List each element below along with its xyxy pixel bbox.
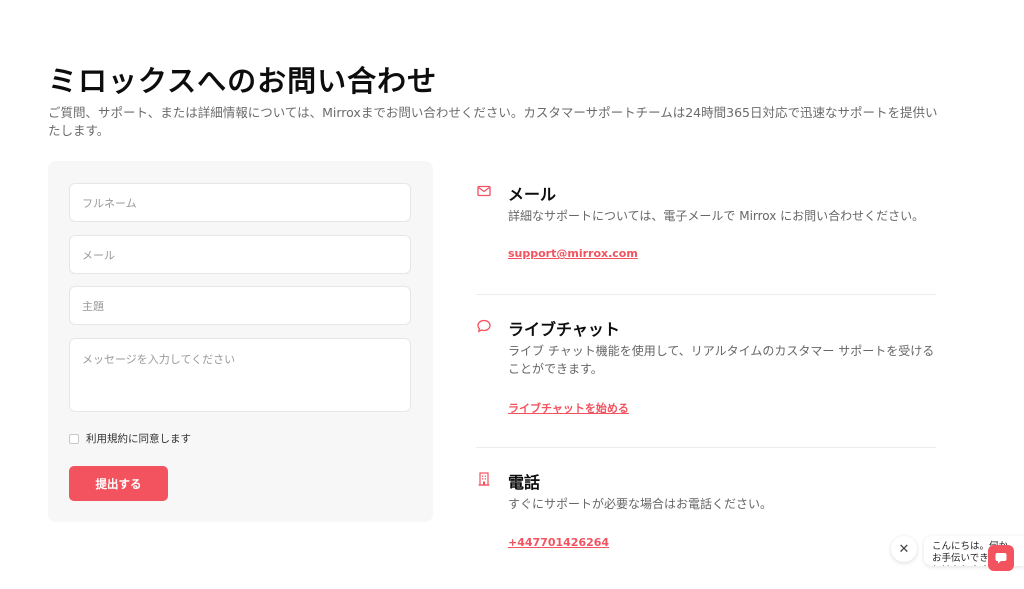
phone-number-link[interactable]: +447701426264: [508, 536, 609, 549]
terms-label: 利用規約に同意します: [86, 433, 191, 445]
contact-livechat-description: ライブ チャット機能を使用して、リアルタイムのカスタマー サポートを受けることが…: [508, 344, 935, 376]
email-input[interactable]: メール: [69, 235, 411, 274]
divider: [476, 294, 936, 295]
contact-email: メール 詳細なサポートについては、電子メールで Mirrox にお問い合わせくだ…: [476, 181, 936, 271]
chat-icon: [995, 553, 1007, 564]
contact-email-description: 詳細なサポートについては、電子メールで Mirrox にお問い合わせください。: [508, 209, 925, 223]
chat-close-button[interactable]: ✕: [891, 536, 917, 562]
page-title: ミロックスへのお問い合わせ: [48, 64, 438, 98]
contact-form: フルネーム メール 主題 メッセージを入力してください 利用規約に同意します 提…: [48, 161, 433, 522]
page-description: ご質問、サポート、または詳細情報については、Mirroxまでお問い合わせください…: [48, 105, 938, 138]
divider: [476, 447, 936, 448]
chat-bubble-icon: [477, 319, 491, 333]
contact-phone-description: すぐにサポートが必要な場合はお電話ください。: [508, 497, 773, 511]
chat-launcher-button[interactable]: [988, 545, 1014, 571]
building-icon: [478, 472, 490, 486]
mail-icon: [477, 185, 491, 197]
subject-placeholder: 主題: [82, 299, 104, 313]
contact-livechat-title: ライブチャット: [508, 320, 620, 339]
support-email-link[interactable]: support@mirrox.com: [508, 247, 638, 260]
terms-row: 利用規約に同意します: [69, 431, 191, 446]
contact-phone: 電話 すぐにサポートが必要な場合はお電話ください。 +447701426264: [476, 469, 936, 559]
full-name-input[interactable]: フルネーム: [69, 183, 411, 222]
submit-button[interactable]: 提出する: [69, 466, 168, 501]
contact-livechat: ライブチャット ライブ チャット機能を使用して、リアルタイムのカスタマー サポー…: [476, 316, 936, 426]
message-placeholder: メッセージを入力してください: [82, 353, 236, 366]
terms-checkbox[interactable]: [69, 433, 79, 444]
close-icon: ✕: [898, 541, 910, 557]
contact-phone-title: 電話: [508, 473, 541, 492]
subject-input[interactable]: 主題: [69, 286, 411, 325]
start-livechat-link[interactable]: ライブチャットを始める: [508, 400, 629, 416]
message-textarea[interactable]: メッセージを入力してください: [69, 338, 411, 412]
contact-email-title: メール: [508, 185, 557, 204]
email-placeholder: メール: [82, 248, 115, 262]
full-name-placeholder: フルネーム: [82, 196, 137, 210]
